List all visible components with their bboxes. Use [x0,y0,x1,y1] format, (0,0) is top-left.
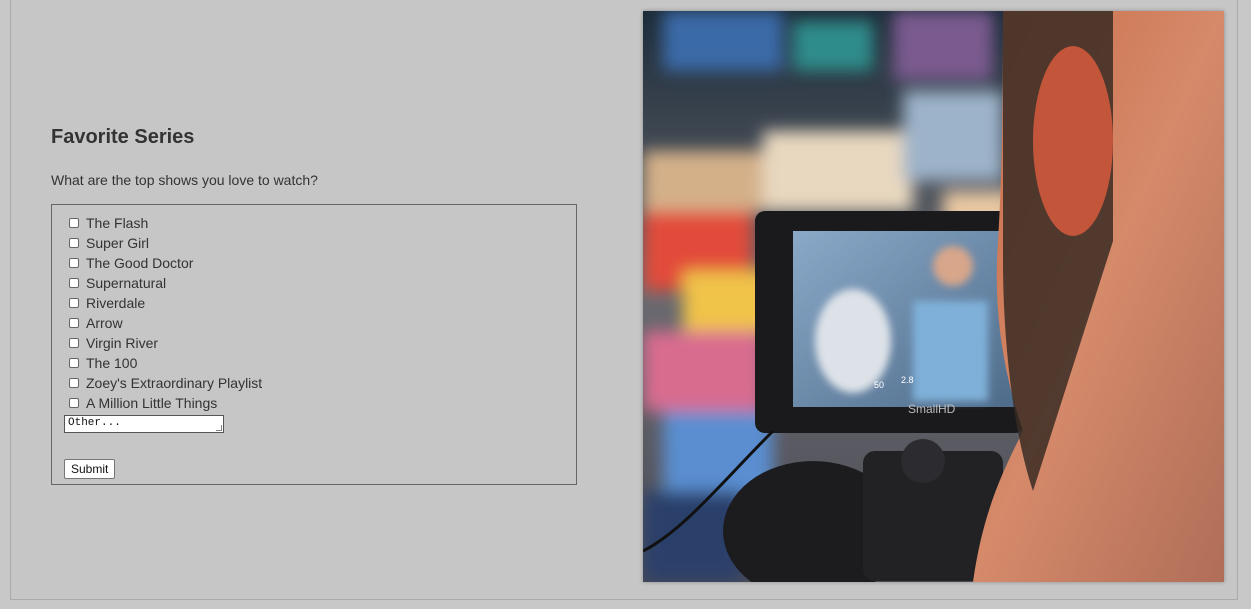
monitor-brand: SmallHD [908,402,956,416]
options-fieldset: The Flash Super Girl The Good Doctor Sup… [51,204,577,485]
checkbox[interactable] [69,238,79,248]
option-label: The Flash [86,215,149,231]
checkbox[interactable] [69,358,79,368]
option-virgin-river[interactable]: Virgin River [68,333,576,353]
option-the-100[interactable]: The 100 [68,353,576,373]
option-the-good-doctor[interactable]: The Good Doctor [68,253,576,273]
option-the-flash[interactable]: The Flash [68,213,576,233]
option-label: Arrow [86,315,123,331]
option-riverdale[interactable]: Riverdale [68,293,576,313]
submit-button[interactable]: Submit [64,459,116,479]
checkbox[interactable] [69,378,79,388]
option-label: Riverdale [86,295,146,311]
survey-section: Favorite Series What are the top shows y… [51,126,579,485]
option-super-girl[interactable]: Super Girl [68,233,576,253]
checkbox[interactable] [69,258,79,268]
option-label: Virgin River [86,335,159,351]
option-label: The 100 [86,355,138,371]
option-label: Super Girl [86,235,150,251]
page-title: Favorite Series [51,126,195,148]
overlay-left: 50 [874,380,884,390]
option-label: The Good Doctor [86,255,194,271]
checkbox[interactable] [69,338,79,348]
hero-photo: 50 2.8 SmallHD [643,11,1224,582]
overlay-right: 2.8 [901,375,914,385]
option-label: Supernatural [86,275,167,291]
option-label: Zoey's Extraordinary Playlist [86,375,263,391]
option-arrow[interactable]: Arrow [68,313,576,333]
camera-operator-illustration: 50 2.8 SmallHD [643,11,1224,582]
checkbox[interactable] [69,218,79,228]
question-text: What are the top shows you love to watch… [51,172,318,188]
option-label: A Million Little Things [86,395,218,411]
option-zoeys-extraordinary-playlist[interactable]: Zoey's Extraordinary Playlist [68,373,576,393]
checkbox[interactable] [69,398,79,408]
other-textarea[interactable]: Other... [64,415,224,433]
checkbox[interactable] [69,298,79,308]
checkbox[interactable] [69,278,79,288]
option-supernatural[interactable]: Supernatural [68,273,576,293]
checkbox[interactable] [69,318,79,328]
option-a-million-little-things[interactable]: A Million Little Things [68,393,576,413]
monitor: 50 2.8 SmallHD [755,211,1025,433]
